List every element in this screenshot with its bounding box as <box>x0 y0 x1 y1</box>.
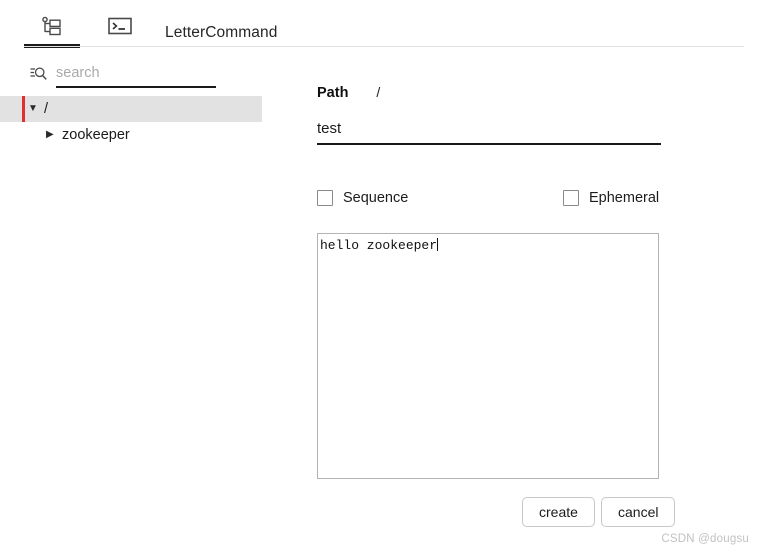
node-data-textarea[interactable]: hello zookeeper <box>317 233 659 479</box>
checkbox-box-icon[interactable] <box>563 190 579 206</box>
tree-node-label: zookeeper <box>62 127 130 143</box>
checkbox-ephemeral-label: Ephemeral <box>589 190 660 206</box>
checkbox-box-icon[interactable] <box>317 190 333 206</box>
search-input[interactable] <box>56 65 228 81</box>
node-data-text-wrapper: hello zookeeper <box>318 234 658 254</box>
tab-tree-view[interactable] <box>24 14 80 42</box>
search-underline <box>56 86 216 88</box>
window-title: LetterCommand <box>165 24 278 41</box>
checkbox-ephemeral[interactable]: Ephemeral <box>563 190 659 206</box>
options-row: Sequence Ephemeral <box>317 190 661 210</box>
path-label: Path <box>317 85 349 101</box>
tree-node-zookeeper[interactable]: ▶ zookeeper <box>0 122 280 148</box>
node-name-field <box>317 120 661 145</box>
node-tree: ▼ / ▶ zookeeper <box>0 96 300 148</box>
tree-node-root[interactable]: ▼ / <box>0 96 262 122</box>
tree-view-icon <box>41 16 63 41</box>
tree-node-label: / <box>44 101 49 117</box>
path-row: Path / <box>317 84 380 101</box>
button-row: create cancel <box>317 497 676 529</box>
terminal-icon <box>108 17 132 40</box>
create-button[interactable]: create <box>522 497 595 527</box>
node-name-input[interactable] <box>317 120 661 143</box>
tab-bar-divider <box>24 46 744 47</box>
sidebar: ▼ / ▶ zookeeper <box>0 48 300 553</box>
tab-bar: LetterCommand <box>0 0 761 48</box>
caret-down-icon[interactable]: ▼ <box>28 104 40 114</box>
node-name-underline <box>317 143 661 145</box>
tab-terminal[interactable] <box>92 14 148 42</box>
detail-panel: Path / Sequence Ephemeral hello zookeepe… <box>300 48 761 553</box>
checkbox-sequence[interactable]: Sequence <box>317 190 408 206</box>
path-value: / <box>376 84 381 100</box>
cancel-button[interactable]: cancel <box>601 497 676 527</box>
node-data-value: hello zookeeper <box>320 238 438 253</box>
watermark: CSDN @dougsu <box>661 533 749 545</box>
search-row <box>30 60 236 86</box>
filter-search-icon <box>30 65 47 82</box>
checkbox-sequence-label: Sequence <box>343 190 409 206</box>
caret-right-icon[interactable]: ▶ <box>46 130 58 140</box>
text-cursor <box>437 238 439 251</box>
